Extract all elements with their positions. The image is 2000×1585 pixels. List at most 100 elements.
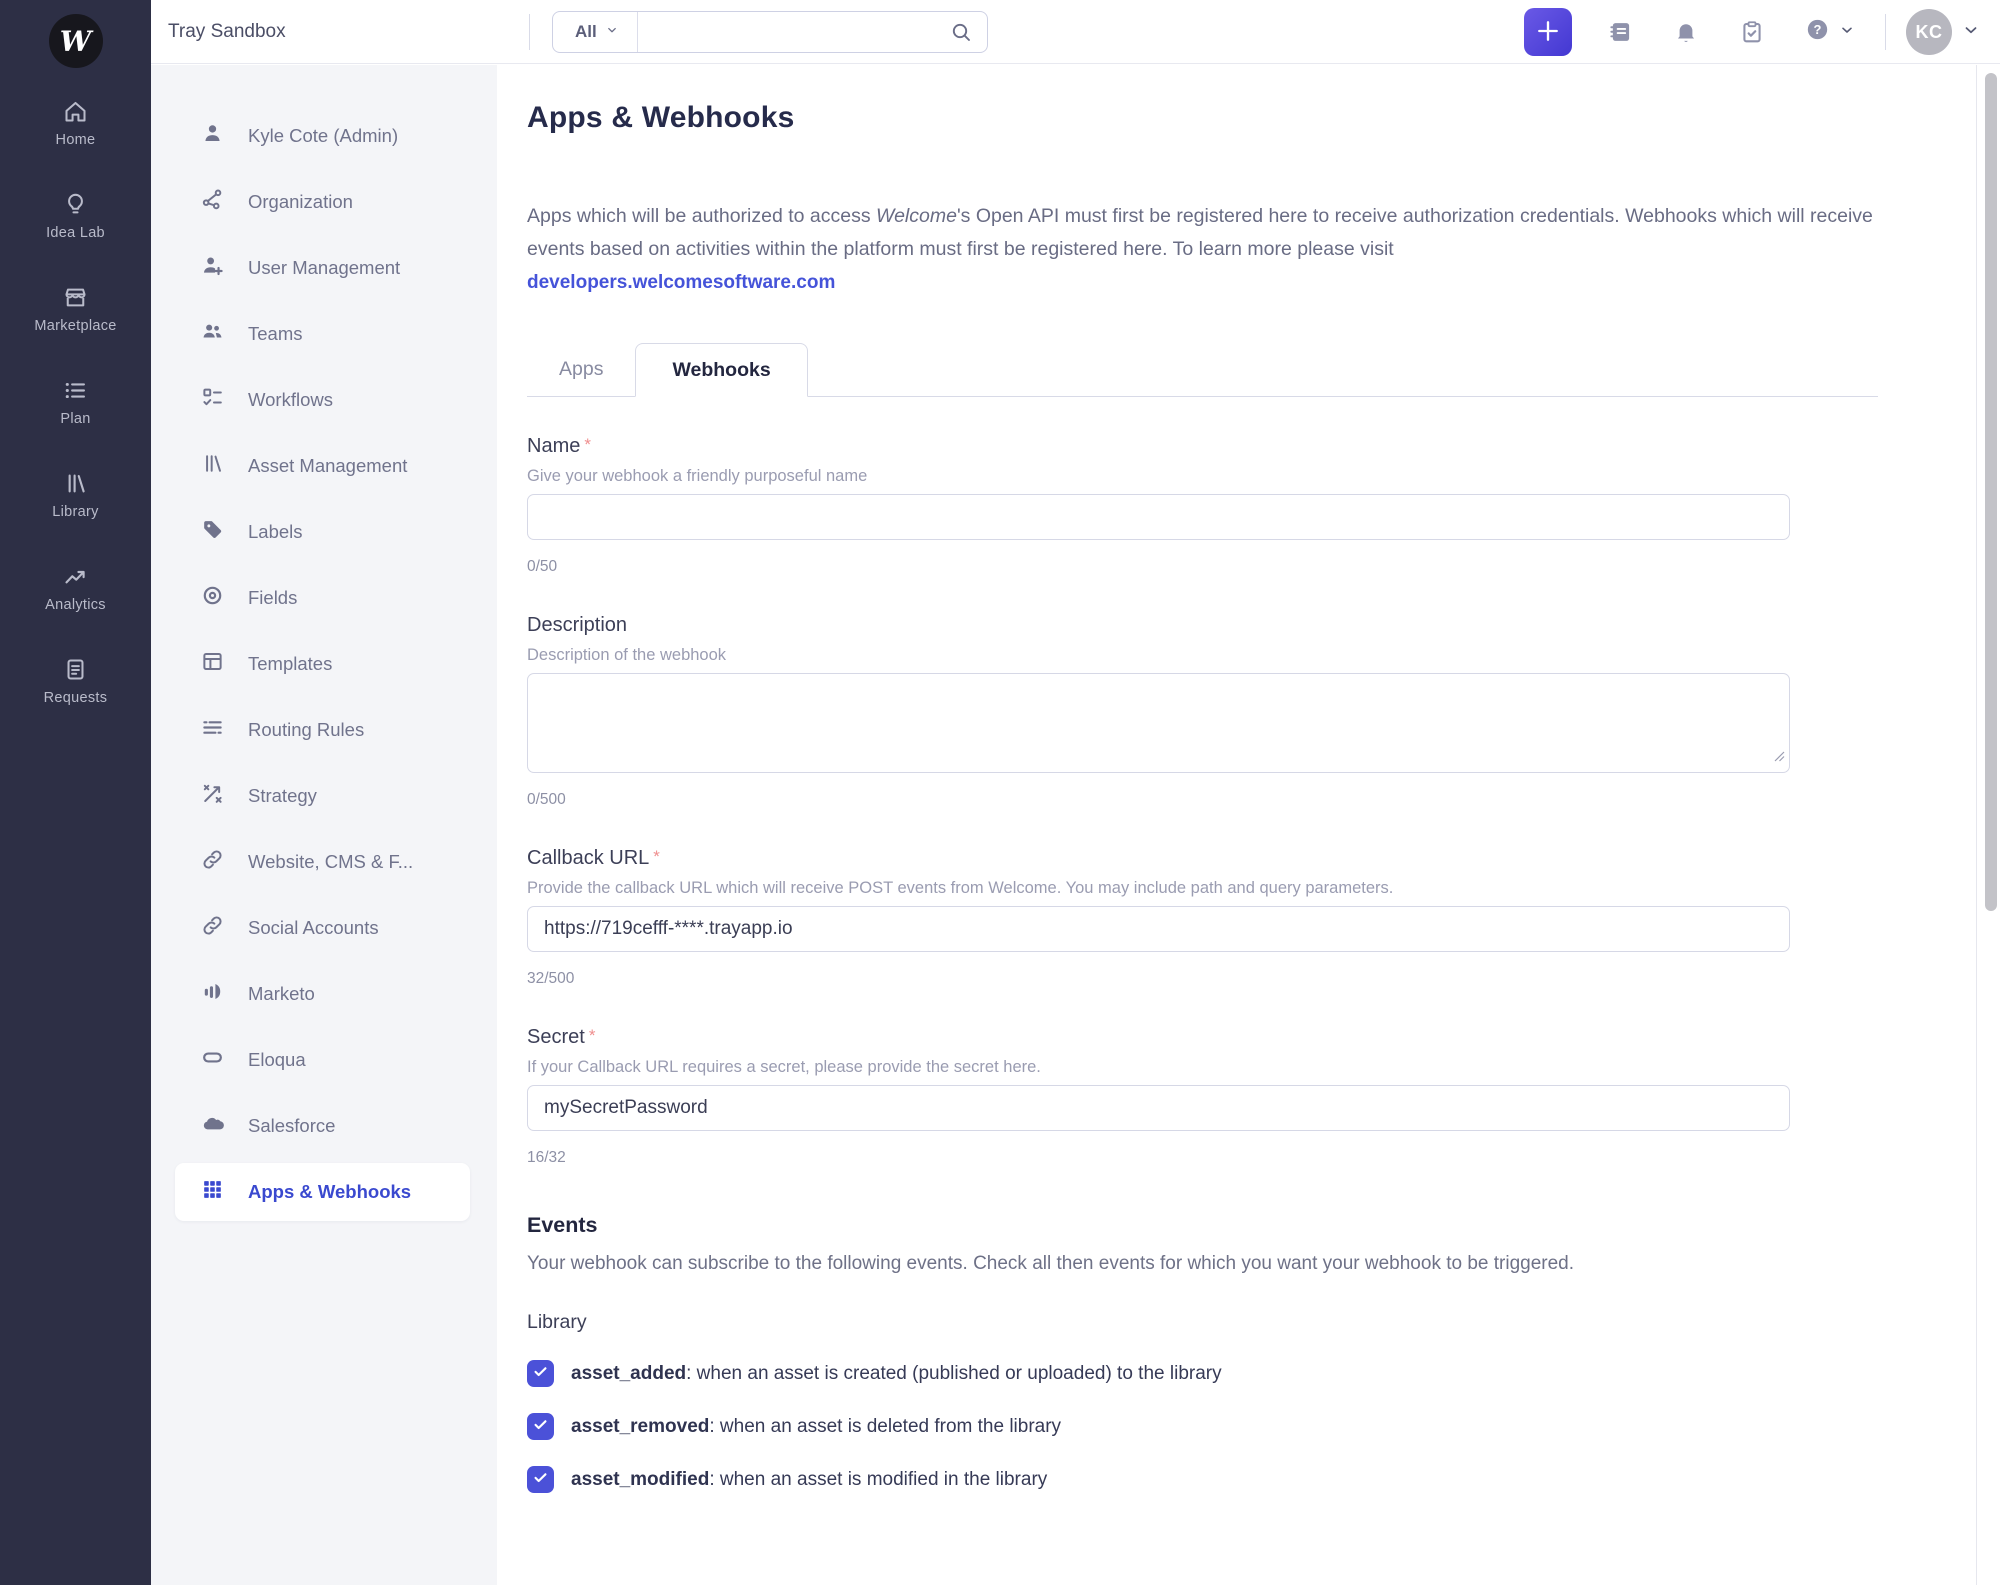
menu-item-profile[interactable]: Kyle Cote (Admin) [151, 103, 497, 169]
sidebar-item-label: Library [52, 504, 98, 520]
menu-item-salesforce[interactable]: Salesforce [151, 1093, 497, 1159]
menu-item-label: Routing Rules [248, 719, 364, 741]
callback-url-input[interactable] [527, 906, 1790, 952]
user-add-icon [200, 253, 225, 283]
link-icon [200, 913, 225, 943]
menu-item-website-cms[interactable]: Website, CMS & F... [151, 829, 497, 895]
developers-link[interactable]: developers.welcomesoftware.com [527, 272, 835, 294]
name-helper: Give your webhook a friendly purposeful … [527, 467, 1976, 486]
workflows-icon [200, 385, 225, 415]
logo-w-glyph: W [60, 25, 91, 58]
menu-item-label: User Management [248, 257, 400, 279]
asset-added-checkbox[interactable] [527, 1360, 554, 1387]
secret-label: Secret* [527, 1026, 1976, 1049]
menu-item-marketo[interactable]: Marketo [151, 961, 497, 1027]
menu-item-label: Organization [248, 191, 353, 213]
menu-item-organization[interactable]: Organization [151, 169, 497, 235]
menu-item-templates[interactable]: Templates [151, 631, 497, 697]
idea-lab-icon [62, 191, 89, 218]
menu-item-label: Kyle Cote (Admin) [248, 125, 398, 147]
required-asterisk: * [589, 1026, 596, 1045]
menu-item-fields[interactable]: Fields [151, 565, 497, 631]
sidebar-item-label: Requests [44, 690, 108, 706]
sidebar-item-label: Plan [60, 411, 90, 427]
routing-rules-icon [200, 715, 225, 745]
tab-bar: Apps Webhooks [527, 342, 1878, 397]
menu-item-strategy[interactable]: Strategy [151, 763, 497, 829]
secret-helper: If your Callback URL requires a secret, … [527, 1058, 1976, 1077]
global-search: All [552, 11, 988, 53]
menu-item-user-management[interactable]: User Management [151, 235, 497, 301]
tab-apps[interactable]: Apps [527, 342, 635, 396]
welcome-logo[interactable]: W [49, 14, 103, 68]
menu-item-labels[interactable]: Labels [151, 499, 497, 565]
event-row-asset-removed: asset_removed: when an asset is deleted … [527, 1413, 1976, 1440]
callback-url-label: Callback URL* [527, 847, 1976, 870]
description-char-counter: 0/500 [527, 791, 1976, 809]
menu-item-asset-management[interactable]: Asset Management [151, 433, 497, 499]
name-input[interactable] [527, 494, 1790, 540]
search-input[interactable] [638, 12, 949, 52]
menu-item-label: Website, CMS & F... [248, 851, 413, 873]
events-group-library: Library [527, 1311, 1976, 1334]
callback-url-char-counter: 32/500 [527, 970, 1976, 988]
teams-icon [200, 319, 225, 349]
menu-item-label: Asset Management [248, 455, 407, 477]
create-button[interactable] [1524, 8, 1572, 56]
menu-item-teams[interactable]: Teams [151, 301, 497, 367]
event-label: asset_added: when an asset is created (p… [571, 1363, 1222, 1385]
primary-nav: Home Idea Lab Marketplace Plan Library A [0, 98, 151, 706]
event-row-asset-added: asset_added: when an asset is created (p… [527, 1360, 1976, 1387]
secret-char-counter: 16/32 [527, 1149, 1976, 1167]
checkmark-icon [532, 1363, 549, 1385]
sidebar-item-library[interactable]: Library [0, 470, 151, 520]
search-filter-dropdown[interactable]: All [553, 12, 638, 52]
plan-icon [62, 377, 89, 404]
sidebar-item-idea-lab[interactable]: Idea Lab [0, 191, 151, 241]
plus-icon [1534, 17, 1562, 48]
marketplace-icon [62, 284, 89, 311]
tasks-clipboard-icon[interactable] [1738, 18, 1766, 46]
sidebar-item-marketplace[interactable]: Marketplace [0, 284, 151, 334]
chevron-down-icon [1962, 21, 1980, 44]
secret-input[interactable] [527, 1085, 1790, 1131]
workspace-title: Tray Sandbox [168, 0, 286, 64]
scrollbar-track [1976, 65, 2000, 1585]
checkmark-icon [532, 1469, 549, 1491]
description-label: Description [527, 614, 1976, 637]
sidebar-item-analytics[interactable]: Analytics [0, 563, 151, 613]
asset-removed-checkbox[interactable] [527, 1413, 554, 1440]
description-textarea[interactable] [527, 673, 1790, 773]
sidebar-item-label: Marketplace [34, 318, 116, 334]
sidebar-item-label: Idea Lab [46, 225, 105, 241]
description-field-group: Description Description of the webhook 0… [527, 614, 1976, 809]
menu-item-workflows[interactable]: Workflows [151, 367, 497, 433]
search-icon[interactable] [949, 12, 987, 52]
salesforce-cloud-icon [200, 1111, 225, 1141]
menu-item-social-accounts[interactable]: Social Accounts [151, 895, 497, 961]
name-label: Name* [527, 435, 1976, 458]
asset-modified-checkbox[interactable] [527, 1466, 554, 1493]
sidebar-item-plan[interactable]: Plan [0, 377, 151, 427]
user-menu[interactable]: KC [1906, 9, 1980, 55]
help-menu[interactable]: ? [1804, 16, 1855, 48]
chevron-down-icon [1839, 22, 1855, 43]
callback-url-field-group: Callback URL* Provide the callback URL w… [527, 847, 1976, 988]
notifications-bell-icon[interactable] [1672, 18, 1700, 46]
menu-item-label: Marketo [248, 983, 315, 1005]
header-divider [1885, 14, 1886, 50]
eloqua-icon [200, 1045, 225, 1075]
sidebar-item-home[interactable]: Home [0, 98, 151, 148]
release-notes-icon[interactable] [1606, 18, 1634, 46]
scrollbar-thumb[interactable] [1985, 73, 1997, 911]
menu-item-label: Salesforce [248, 1115, 335, 1137]
tab-webhooks[interactable]: Webhooks [635, 343, 807, 397]
header-actions: ? KC [1524, 0, 2000, 64]
search-filter-label: All [575, 22, 597, 42]
sidebar-item-requests[interactable]: Requests [0, 656, 151, 706]
app-window: Tray Sandbox All [0, 0, 2000, 1585]
menu-item-eloqua[interactable]: Eloqua [151, 1027, 497, 1093]
menu-item-apps-webhooks[interactable]: Apps & Webhooks [175, 1163, 470, 1221]
menu-item-routing-rules[interactable]: Routing Rules [151, 697, 497, 763]
settings-menu: Kyle Cote (Admin) Organization User Mana… [151, 65, 497, 1585]
